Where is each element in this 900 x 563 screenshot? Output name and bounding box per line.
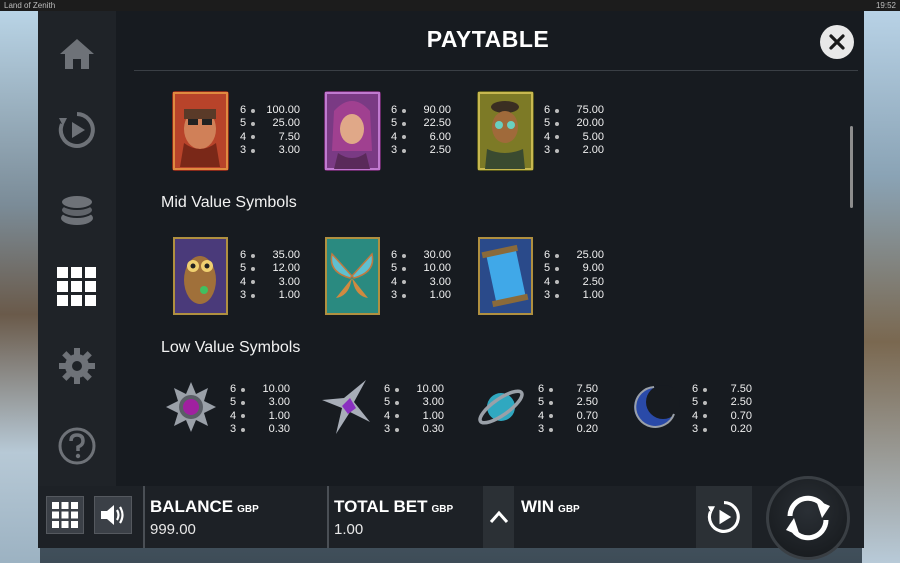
symbol-planet-gem (474, 380, 528, 434)
game-background-right (862, 11, 900, 563)
scrollbar[interactable] (850, 126, 853, 208)
autoplay-icon (58, 112, 95, 148)
win-label-text: WIN (521, 497, 555, 516)
speaker-icon (101, 505, 124, 525)
spin-button[interactable] (766, 476, 850, 560)
low-value-heading: Low Value Symbols (161, 339, 301, 356)
paytable-menu-button[interactable] (56, 266, 98, 308)
symbol-masked-man (477, 91, 534, 171)
total-bet-label: TOTAL BET GBP (334, 497, 453, 517)
bet-currency: GBP (431, 504, 454, 515)
bet-up-button[interactable] (483, 486, 514, 548)
help-icon (58, 427, 96, 465)
paytable-pays-purple-hair-woman: 6 90.00 5 22.50 4 6.00 3 2.50 (391, 104, 451, 157)
paytable-pays-sun-gem: 6 10.00 5 3.00 4 1.00 3 0.30 (230, 383, 290, 436)
close-icon (829, 34, 845, 50)
symbol-owl (172, 236, 229, 316)
clock: 19:52 (875, 1, 896, 10)
grid-icon (52, 502, 78, 528)
paytable-pays-aviator: 6 100.00 5 25.00 4 7.50 3 3.00 (240, 104, 300, 157)
title-divider (134, 70, 858, 71)
autoplay-menu-button[interactable] (56, 109, 98, 151)
paytable-pays-moon-gem: 6 7.50 5 2.50 4 0.70 3 0.20 (692, 383, 752, 436)
paytable-pays-scroll: 6 25.00 5 9.00 4 2.50 3 1.00 (544, 249, 604, 302)
win-label: WIN GBP (521, 497, 580, 517)
paytable-pays-owl: 6 35.00 5 12.00 4 3.00 3 1.00 (240, 249, 300, 302)
balance-currency: GBP (237, 504, 259, 515)
grid-icon (57, 267, 96, 306)
symbol-sun-gem (164, 380, 218, 434)
game-background-left (0, 11, 40, 563)
paytable-pays-planet-gem: 6 7.50 5 2.50 4 0.70 3 0.20 (538, 383, 598, 436)
total-bet-value: 1.00 (334, 521, 364, 538)
paytable-pays-star-gem: 6 10.00 5 3.00 4 1.00 3 0.30 (384, 383, 444, 436)
close-button[interactable] (820, 25, 854, 59)
symbol-butterfly (324, 236, 381, 316)
moon-gem-icon (634, 385, 680, 428)
autoplay-icon (707, 501, 740, 533)
butterfly-icon (325, 237, 380, 315)
sound-button[interactable] (94, 496, 132, 534)
symbol-moon-gem (628, 380, 682, 434)
menu-button[interactable] (46, 496, 84, 534)
window-titlebar: Land of Zenith 19:52 (0, 0, 900, 11)
bet-menu-button[interactable] (56, 189, 98, 231)
divider (327, 486, 329, 548)
chevron-up-icon (489, 510, 508, 523)
mid-value-heading: Mid Value Symbols (161, 194, 297, 211)
home-button[interactable] (56, 33, 98, 75)
symbol-aviator (172, 91, 229, 171)
window-title: Land of Zenith (4, 1, 56, 10)
sun-gem-icon (166, 382, 216, 432)
autoplay-button[interactable] (696, 486, 752, 548)
home-icon (60, 39, 94, 69)
masked-man-icon (478, 92, 533, 170)
paytable-title: PAYTABLE (426, 26, 550, 52)
help-menu-button[interactable] (56, 425, 98, 467)
symbol-star-gem (320, 378, 374, 434)
purple-hair-woman-icon (325, 92, 380, 170)
balance-label: BALANCE GBP (150, 497, 259, 517)
spin-icon (786, 495, 830, 541)
scroll-icon (478, 237, 533, 315)
settings-menu-button[interactable] (56, 345, 98, 387)
gear-icon (59, 348, 95, 384)
balance-value: 999.00 (150, 521, 196, 538)
balance-label-text: BALANCE (150, 497, 234, 516)
paytable-pays-masked-man: 6 75.00 5 20.00 4 5.00 3 2.00 (544, 104, 604, 157)
symbol-purple-hair-woman (324, 91, 381, 171)
total-bet-label-text: TOTAL BET (334, 497, 428, 516)
owl-icon (173, 237, 228, 315)
menu-sidebar (38, 11, 116, 486)
paytable-pays-butterfly: 6 30.00 5 10.00 4 3.00 3 1.00 (391, 249, 451, 302)
divider (143, 486, 145, 548)
win-currency: GBP (558, 504, 580, 515)
symbol-scroll (477, 236, 534, 316)
aviator-pilot-icon (173, 92, 228, 170)
planet-gem-icon (478, 389, 524, 425)
star-gem-icon (322, 380, 370, 434)
coins-icon (60, 194, 94, 225)
